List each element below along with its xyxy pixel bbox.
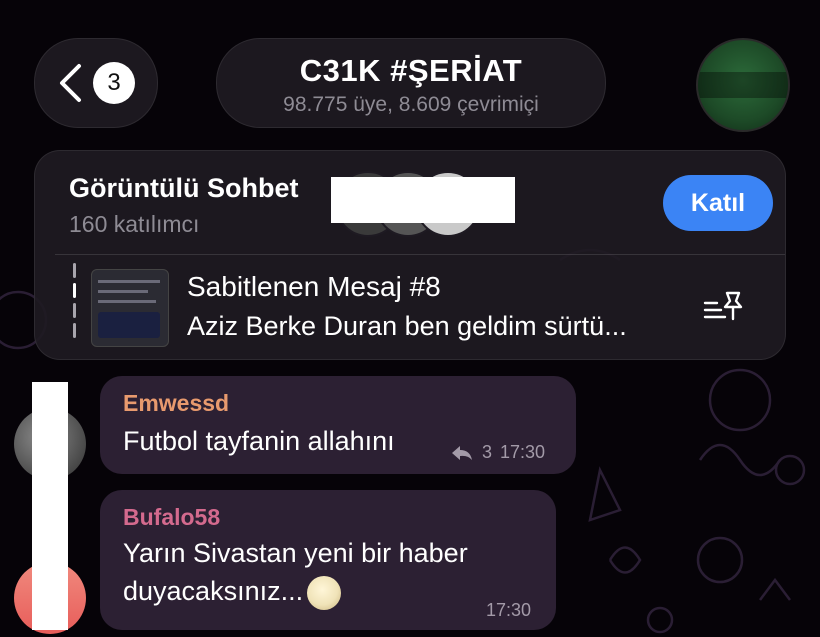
panel-divider [55,254,785,255]
chat-title: C31K #ŞERİAT [299,53,523,88]
unread-count-badge: 3 [93,62,135,104]
chevron-left-icon [60,64,81,102]
pinned-message-text[interactable]: Aziz Berke Duran ben geldim sürtü... [187,311,627,342]
redaction-box [32,382,68,630]
pinned-message-thumbnail[interactable] [91,269,169,347]
message-meta: 3 17:30 [450,442,545,463]
reply-arrow-icon[interactable] [450,444,474,462]
join-video-chat-button[interactable]: Katıl [663,175,773,231]
pinned-position-indicator [73,263,76,349]
message-bubble[interactable]: Emwessd Futbol tayfanin allahını 3 17:30 [100,376,576,474]
message-time: 17:30 [486,600,532,620]
back-button[interactable]: 3 [34,38,158,128]
group-avatar[interactable] [696,38,790,132]
reply-count: 3 [482,442,493,462]
message-bubble[interactable]: Bufalo58 Yarın Sivastan yeni bir haber d… [100,490,556,630]
chat-header[interactable]: C31K #ŞERİAT 98.775 üye, 8.609 çevrimiçi [216,38,606,128]
pinned-message-title[interactable]: Sabitlenen Mesaj #8 [187,271,441,303]
avatar-flag-stripe [698,72,788,98]
message-text: Yarın Sivastan yeni bir haber duyacaksın… [123,534,543,610]
message-text: Futbol tayfanin allahını [123,426,395,456]
message-sender[interactable]: Emwessd [123,390,229,417]
message-text-content: Yarın Sivastan yeni bir haber duyacaksın… [123,538,468,606]
message-meta: 17:30 [486,600,531,621]
video-chat-participants: 160 katılımcı [69,211,200,237]
video-chat-panel: Görüntülü Sohbet 160 katılımcı Katıl Sab… [34,150,786,360]
message-time: 17:30 [500,442,546,462]
redaction-box [331,177,515,223]
chat-subtitle: 98.775 üye, 8.609 çevrimiçi [283,93,539,116]
message-sender[interactable]: Bufalo58 [123,504,220,531]
video-chat-title: Görüntülü Sohbet [69,173,299,203]
emoji-sticker-icon [307,575,342,610]
pinned-list-icon[interactable] [703,289,747,325]
